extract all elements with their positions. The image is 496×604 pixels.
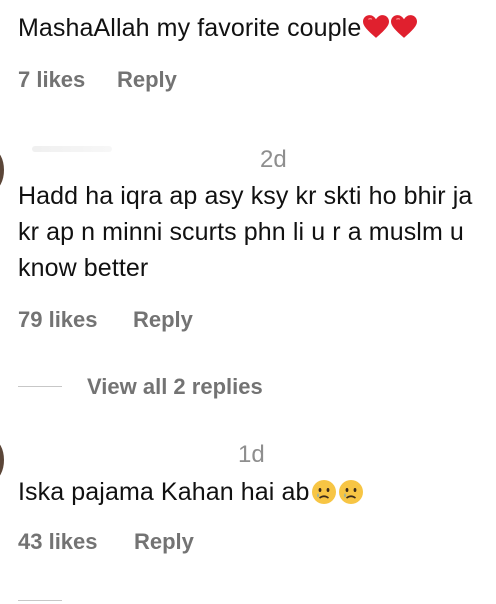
replies-divider xyxy=(18,386,62,387)
comment-timestamp: 1d xyxy=(238,441,265,468)
crying-face-icon xyxy=(338,479,364,505)
crying-face-icon xyxy=(311,479,337,505)
red-heart-icon xyxy=(363,13,390,38)
comment-text: MashaAllah my favorite couple xyxy=(18,10,490,46)
like-count[interactable]: 7 likes xyxy=(18,67,85,93)
red-heart-icon xyxy=(391,13,418,38)
avatar[interactable] xyxy=(0,440,4,480)
username-placeholder xyxy=(32,146,112,152)
like-count[interactable]: 79 likes xyxy=(18,307,98,333)
reply-button[interactable]: Reply xyxy=(134,529,194,555)
comment-text: Iska pajama Kahan hai ab xyxy=(18,474,490,510)
reply-button[interactable]: Reply xyxy=(117,67,177,93)
comment-text: Hadd ha iqra ap asy ksy kr skti ho bhir … xyxy=(18,182,473,282)
comment-timestamp: 2d xyxy=(260,146,287,173)
view-replies-button[interactable]: View all 2 replies xyxy=(87,374,263,400)
reply-button[interactable]: Reply xyxy=(133,307,193,333)
avatar[interactable] xyxy=(0,150,4,190)
replies-divider xyxy=(18,600,62,601)
like-count[interactable]: 43 likes xyxy=(18,529,98,555)
